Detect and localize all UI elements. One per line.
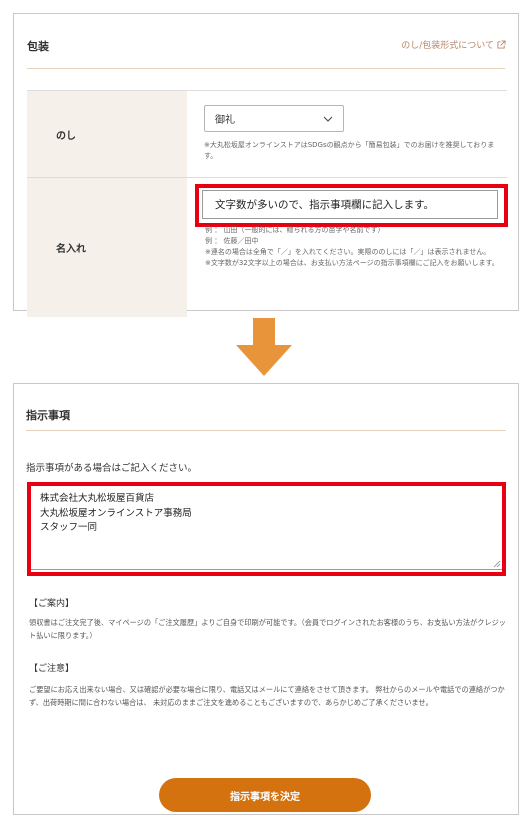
- instructions-line-2: 大丸松坂屋オンラインストア事務局: [40, 507, 192, 519]
- naire-note-2: 例 ： 佐藤／田中: [205, 237, 259, 245]
- instructions-textarea[interactable]: 株式会社大丸松坂屋百貨店 大丸松坂屋オンラインストア事務局 スタッフ一同: [29, 485, 503, 570]
- wrapping-info-link[interactable]: のし/包装形式について: [401, 38, 506, 51]
- instructions-subtitle: 指示事項がある場合はご記入ください。: [26, 463, 198, 474]
- caution-text: ご要望にお応え出来ない場合、又は確認が必要な場合に限り、電話又はメールにて連絡を…: [29, 685, 505, 707]
- noshi-note: ※大丸松坂屋オンラインストアはSDGsの観点から「簡易包装」でのお届けを推奨して…: [204, 141, 495, 160]
- instructions-divider: [26, 430, 506, 431]
- instructions-line-3: スタッフ一同: [40, 522, 98, 533]
- noshi-row: のし 御礼 ※大丸松坂屋オンラインストアはSDGsの観点から「簡易包装」でのお届…: [27, 91, 507, 178]
- instructions-panel: 指示事項 指示事項がある場合はご記入ください。 株式会社大丸松坂屋百貨店 大丸松…: [13, 383, 519, 815]
- wrapping-title: 包装: [27, 40, 49, 53]
- instructions-title: 指示事項: [26, 409, 70, 422]
- wrapping-divider: [27, 68, 505, 69]
- naire-note-3: ※連名の場合は全角で「／」を入れてください。実際ののしには「／」は表示されません…: [205, 248, 491, 256]
- noshi-select-value: 御礼: [215, 115, 235, 126]
- chevron-down-icon: [323, 116, 333, 122]
- guide-text: 領収書はご注文完了後、マイページの「ご注文履歴」よりご自身で印刷が可能です。（会…: [29, 618, 506, 640]
- submit-instructions-button[interactable]: 指示事項を決定: [159, 778, 371, 812]
- naire-label: 名入れ: [27, 178, 187, 317]
- caution-heading: 【ご注意】: [29, 664, 75, 674]
- noshi-select[interactable]: 御礼: [204, 105, 344, 132]
- naire-note-1: 例 ： 山田（一般的には、贈られる方の苗字や名前です）: [205, 226, 385, 234]
- resize-handle-icon[interactable]: [493, 560, 501, 568]
- naire-note-4: ※文字数が32文字以上の場合は、お支払い方法ページの指示事項欄にご記入をお願いし…: [205, 259, 499, 267]
- wrapping-panel: 包装 のし/包装形式について のし 御礼 ※大丸松坂屋オンラインストアはSDGs…: [13, 13, 519, 317]
- naire-input[interactable]: 文字数が多いので、指示事項欄に記入します。: [202, 190, 498, 219]
- noshi-label: のし: [27, 91, 187, 177]
- instructions-line-1: 株式会社大丸松坂屋百貨店: [40, 493, 155, 504]
- wrapping-header: 包装 のし/包装形式について: [14, 14, 518, 68]
- external-link-icon: [497, 40, 506, 49]
- naire-notes: 例 ： 山田（一般的には、贈られる方の苗字や名前です） 例 ： 佐藤／田中 ※連…: [205, 225, 510, 269]
- noshi-body: 御礼 ※大丸松坂屋オンラインストアはSDGsの観点から「簡易包装」でのお届けを推…: [187, 91, 507, 177]
- down-arrow-icon: [236, 318, 292, 376]
- guide-heading: 【ご案内】: [29, 599, 75, 609]
- wrapping-info-link-label: のし/包装形式について: [401, 41, 494, 51]
